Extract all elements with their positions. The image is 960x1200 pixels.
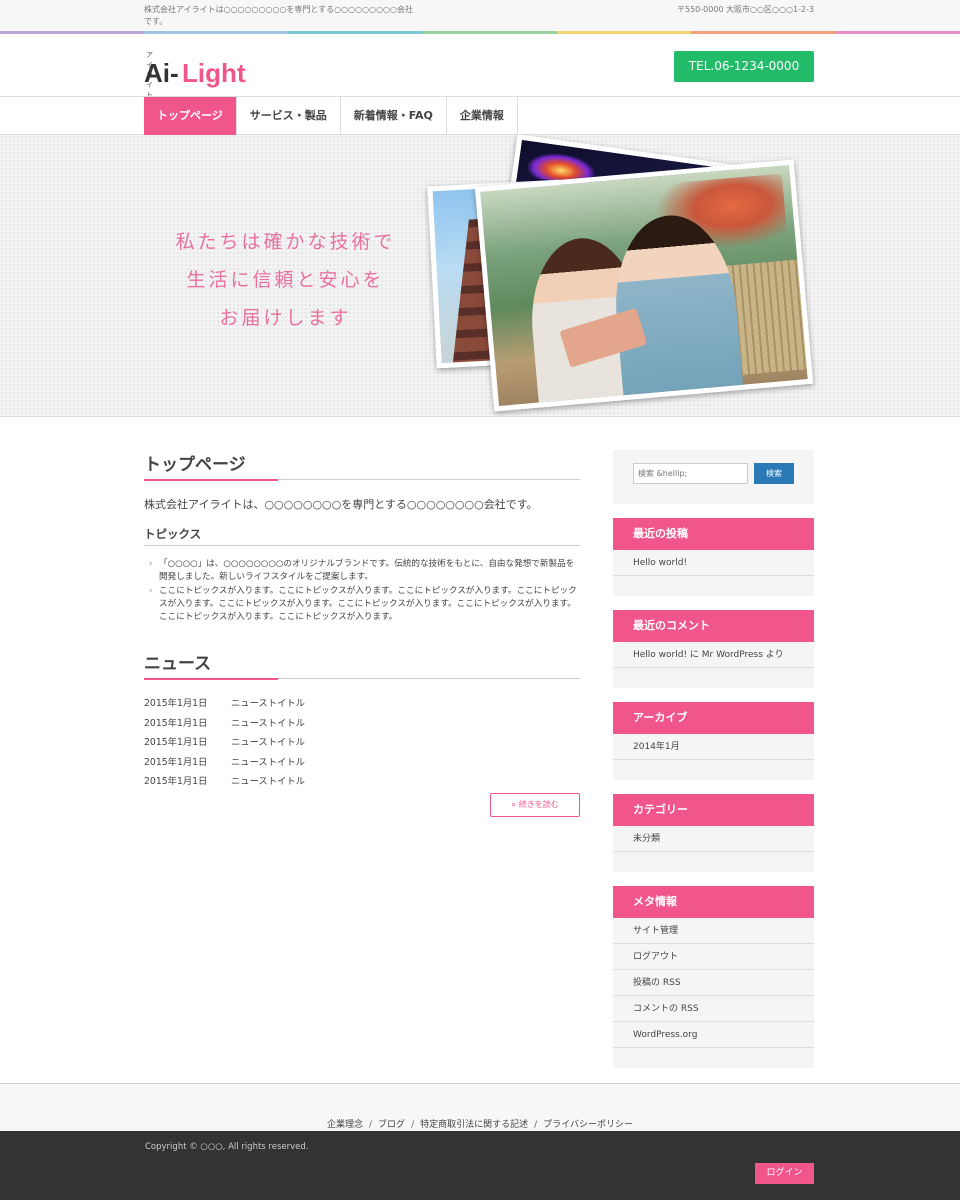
news-date: 2015年1月1日 — [144, 756, 208, 768]
topics-list: 「○○○○」は、○○○○○○○○のオリジナルブランドです。伝統的な技術をもとに、… — [144, 558, 580, 624]
tel-button[interactable]: TEL.06-1234-0000 — [674, 51, 814, 82]
news-link[interactable]: ニューストイトル — [231, 717, 305, 737]
footer-link-philosophy[interactable]: 企業理念 — [327, 1120, 363, 1130]
global-nav: トップページ サービス・製品 新着情報・FAQ 企業情報 — [0, 96, 960, 135]
meta-link-logout[interactable]: ログアウト — [613, 944, 814, 970]
hero-photo-women — [474, 159, 814, 412]
footer-separator: / — [369, 1120, 373, 1130]
site-header: アイライト Ai- Light TEL.06-1234-0000 — [0, 34, 960, 99]
footer-link-privacy[interactable]: プライバシーポリシー — [543, 1120, 633, 1130]
news-date: 2015年1月1日 — [144, 776, 208, 787]
list-item: 「○○○○」は、○○○○○○○○のオリジナルブランドです。伝統的な技術をもとに、… — [149, 558, 580, 584]
news-link[interactable]: ニューストイトル — [231, 756, 305, 776]
search-widget: 検索 — [613, 450, 814, 504]
hero-line: お届けします — [219, 307, 352, 329]
meta-link-posts-rss[interactable]: 投稿の RSS — [613, 970, 814, 996]
news-link[interactable]: ニューストイトル — [231, 775, 305, 795]
archive-link[interactable]: 2014年1月 — [613, 734, 814, 760]
news-item[interactable]: 2015年1月1日 ニューストイトル — [144, 697, 580, 717]
widget-title: アーカイブ — [613, 702, 814, 734]
news-title: ニュース — [144, 649, 580, 680]
meta-link-wordpress-org[interactable]: WordPress.org — [613, 1022, 814, 1048]
search-input[interactable] — [633, 463, 748, 484]
widget-title: 最近のコメント — [613, 610, 814, 642]
widget-title: メタ情報 — [613, 886, 814, 918]
hero-line: 生活に信頼と安心を — [186, 269, 385, 291]
categories-widget: カテゴリー 未分類 — [613, 794, 814, 872]
nav-item-news-faq[interactable]: 新着情報・FAQ — [341, 97, 447, 135]
site-address: 〒550-0000 大阪市○○区○○○1-2-3 — [676, 5, 814, 14]
recent-posts-widget: 最近の投稿 Hello world! — [613, 518, 814, 596]
news-item[interactable]: 2015年1月1日 ニューストイトル — [144, 756, 580, 776]
news-item[interactable]: 2015年1月1日 ニューストイトル — [144, 736, 580, 756]
footer-link-commerce-law[interactable]: 特定商取引法に関する記述 — [420, 1120, 528, 1130]
recent-post-link[interactable]: Hello world! — [613, 550, 814, 576]
hero-line: 私たちは確かな技術で — [175, 231, 396, 253]
meta-link-site-admin[interactable]: サイト管理 — [613, 918, 814, 944]
news-item[interactable]: 2015年1月1日 ニューストイトル — [144, 717, 580, 737]
news-date: 2015年1月1日 — [144, 717, 208, 729]
hero-copy: 私たちは確かな技術で 生活に信頼と安心を お届けします — [158, 223, 413, 337]
recent-comments-widget: 最近のコメント Hello world! に Mr WordPress より — [613, 610, 814, 688]
search-button[interactable]: 検索 — [754, 463, 794, 484]
footer-separator: / — [534, 1120, 538, 1130]
hero-banner: 私たちは確かな技術で 生活に信頼と安心を お届けします — [0, 135, 960, 417]
site-description: 株式会社アイライトは○○○○○○○○○を専門とする○○○○○○○○○会社です。 — [144, 5, 414, 26]
footer-link-blog[interactable]: ブログ — [378, 1120, 405, 1130]
widget-title: カテゴリー — [613, 794, 814, 826]
news-link[interactable]: ニューストイトル — [231, 697, 305, 717]
news-date: 2015年1月1日 — [144, 698, 208, 709]
nav-item-company[interactable]: 企業情報 — [447, 97, 518, 135]
footer-links: 企業理念 / ブログ / 特定商取引法に関する記述 / プライバシーポリシー — [0, 1117, 960, 1130]
nav-item-top[interactable]: トップページ — [144, 97, 237, 135]
meta-widget: メタ情報 サイト管理 ログアウト 投稿の RSS コメントの RSS WordP… — [613, 886, 814, 1068]
intro-text: 株式会社アイライトは、○○○○○○○○を専門とする○○○○○○○○会社です。 — [144, 498, 538, 511]
read-more-button[interactable]: » 続きを読む — [490, 793, 580, 817]
sidebar: 検索 最近の投稿 Hello world! 最近のコメント Hello worl… — [613, 450, 814, 1068]
news-item[interactable]: 2015年1月1日 ニューストイトル — [144, 775, 580, 795]
widget-title: 最近の投稿 — [613, 518, 814, 550]
recent-comment-link[interactable]: Hello world! に Mr WordPress より — [613, 642, 814, 668]
login-button[interactable]: ログイン — [755, 1163, 814, 1184]
list-item: ここにトピックスが入ります。ここにトピックスが入ります。ここにトピックスが入りま… — [149, 585, 580, 624]
footer-separator: / — [411, 1120, 415, 1130]
news-link[interactable]: ニューストイトル — [231, 736, 305, 756]
logo-ai: Ai- — [144, 58, 179, 88]
topics-heading: トピックス — [144, 526, 580, 546]
archives-widget: アーカイブ 2014年1月 — [613, 702, 814, 780]
copyright-text: Copyright © ○○○, All rights reserved. — [145, 1142, 309, 1152]
logo-light: Light — [182, 58, 246, 88]
page-title: トップページ — [144, 450, 580, 481]
news-date: 2015年1月1日 — [144, 737, 208, 748]
main-content: トップページ 株式会社アイライトは、○○○○○○○○を専門とする○○○○○○○○… — [144, 450, 580, 817]
top-bar: 株式会社アイライトは○○○○○○○○○を専門とする○○○○○○○○○会社です。 … — [0, 0, 960, 32]
nav-item-services[interactable]: サービス・製品 — [237, 97, 341, 135]
footer-bottom: Copyright © ○○○, All rights reserved. ログ… — [0, 1131, 960, 1200]
meta-link-comments-rss[interactable]: コメントの RSS — [613, 996, 814, 1022]
news-list: 2015年1月1日 ニューストイトル 2015年1月1日 ニューストイトル 2015… — [144, 697, 580, 795]
category-link[interactable]: 未分類 — [613, 826, 814, 852]
